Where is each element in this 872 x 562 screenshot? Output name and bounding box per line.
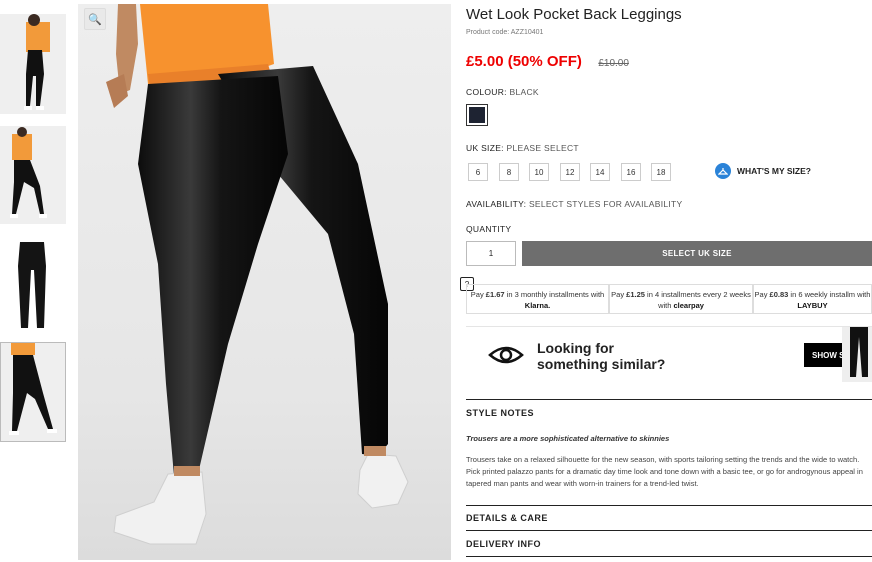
leggings-photo bbox=[106, 4, 409, 545]
size-label-text: UK SIZE: bbox=[466, 143, 504, 153]
similar-thumbnail bbox=[842, 327, 872, 382]
size-option[interactable]: 6 bbox=[468, 163, 488, 181]
availability-label: AVAILABILITY: bbox=[466, 199, 527, 209]
pay-text: Pay bbox=[611, 290, 627, 299]
colour-label: COLOUR: BLACK bbox=[466, 87, 539, 97]
quantity-input[interactable]: 1 bbox=[466, 241, 516, 266]
pay-text: in 6 weekly installm with bbox=[788, 290, 871, 299]
details-care-heading[interactable]: DETAILS & CARE bbox=[466, 513, 548, 523]
swatch-fill bbox=[469, 107, 485, 123]
quantity-label: QUANTITY bbox=[466, 224, 512, 234]
size-option[interactable]: 8 bbox=[499, 163, 519, 181]
current-price: £5.00 (50% OFF) bbox=[466, 53, 582, 70]
delivery-info-section[interactable]: DELIVERY INFO bbox=[466, 530, 872, 557]
whats-my-size-text: WHAT'S MY SIZE? bbox=[737, 166, 811, 176]
thumbnail-1[interactable] bbox=[0, 14, 66, 114]
pay-amount: £1.67 bbox=[485, 290, 505, 299]
size-option[interactable]: 18 bbox=[651, 163, 671, 181]
thumbnail-3[interactable] bbox=[0, 236, 66, 334]
colour-value: BLACK bbox=[509, 87, 539, 97]
laybuy-payment[interactable]: Pay £0.83 in 6 weekly installm with LAYB… bbox=[753, 284, 872, 314]
price-row: £5.00 (50% OFF) £10.00 bbox=[466, 53, 629, 71]
similar-text: Looking for something similar? bbox=[537, 340, 665, 372]
laybuy-logo: LAYBUY bbox=[797, 301, 828, 310]
whats-my-size-link[interactable]: WHAT'S MY SIZE? bbox=[715, 163, 811, 179]
hanger-icon bbox=[715, 163, 731, 179]
style-notes-subtitle: Trousers are a more sophisticated altern… bbox=[466, 434, 670, 443]
zoom-icon[interactable]: 🔍 bbox=[84, 8, 106, 30]
style-notes-heading[interactable]: STYLE NOTES bbox=[466, 408, 534, 418]
size-label: UK SIZE: PLEASE SELECT bbox=[466, 143, 579, 153]
thumbnail-4[interactable] bbox=[0, 342, 66, 442]
pay-text: Pay bbox=[470, 290, 486, 299]
klarna-payment[interactable]: Pay £1.67 in 3 monthly installments with… bbox=[466, 284, 609, 314]
size-value: PLEASE SELECT bbox=[506, 143, 579, 153]
similar-line-1: Looking for bbox=[537, 340, 614, 356]
availability-value: SELECT STYLES FOR AVAILABILITY bbox=[528, 199, 683, 209]
was-price: £10.00 bbox=[598, 58, 629, 69]
style-notes-section: STYLE NOTES bbox=[466, 399, 872, 430]
clearpay-logo: clearpay bbox=[673, 301, 704, 310]
clearpay-payment[interactable]: Pay £1.25 in 4 installments every 2 week… bbox=[609, 284, 753, 314]
availability: AVAILABILITY: SELECT STYLES FOR AVAILABI… bbox=[466, 199, 683, 209]
pay-amount: £1.25 bbox=[626, 290, 645, 299]
style-notes-body: Trousers take on a relaxed silhouette fo… bbox=[466, 455, 863, 488]
klarna-logo: Klarna. bbox=[524, 301, 551, 310]
pay-text: Pay bbox=[754, 290, 770, 299]
thumbnail-2[interactable] bbox=[0, 126, 66, 224]
size-option[interactable]: 10 bbox=[529, 163, 549, 181]
pay-text: in 3 monthly installments with bbox=[504, 290, 605, 299]
colour-swatch-black[interactable] bbox=[466, 104, 488, 126]
pay-amount: £0.83 bbox=[769, 290, 789, 299]
product-title: Wet Look Pocket Back Leggings bbox=[466, 6, 682, 23]
main-product-image[interactable]: 🔍 bbox=[78, 4, 451, 560]
colour-label-text: COLOUR: bbox=[466, 87, 507, 97]
size-option[interactable]: 12 bbox=[560, 163, 580, 181]
similar-line-2: something similar? bbox=[537, 356, 666, 372]
size-option[interactable]: 16 bbox=[621, 163, 641, 181]
similar-banner: Looking for something similar? SHOW SIMI… bbox=[466, 326, 872, 397]
size-option[interactable]: 14 bbox=[590, 163, 610, 181]
product-code: Product code: AZZ10401 bbox=[466, 29, 544, 36]
details-care-section[interactable]: DETAILS & CARE bbox=[466, 505, 872, 531]
delivery-info-heading[interactable]: DELIVERY INFO bbox=[466, 539, 541, 549]
eye-icon bbox=[488, 346, 524, 364]
add-to-bag-button[interactable]: SELECT UK SIZE bbox=[522, 241, 872, 266]
